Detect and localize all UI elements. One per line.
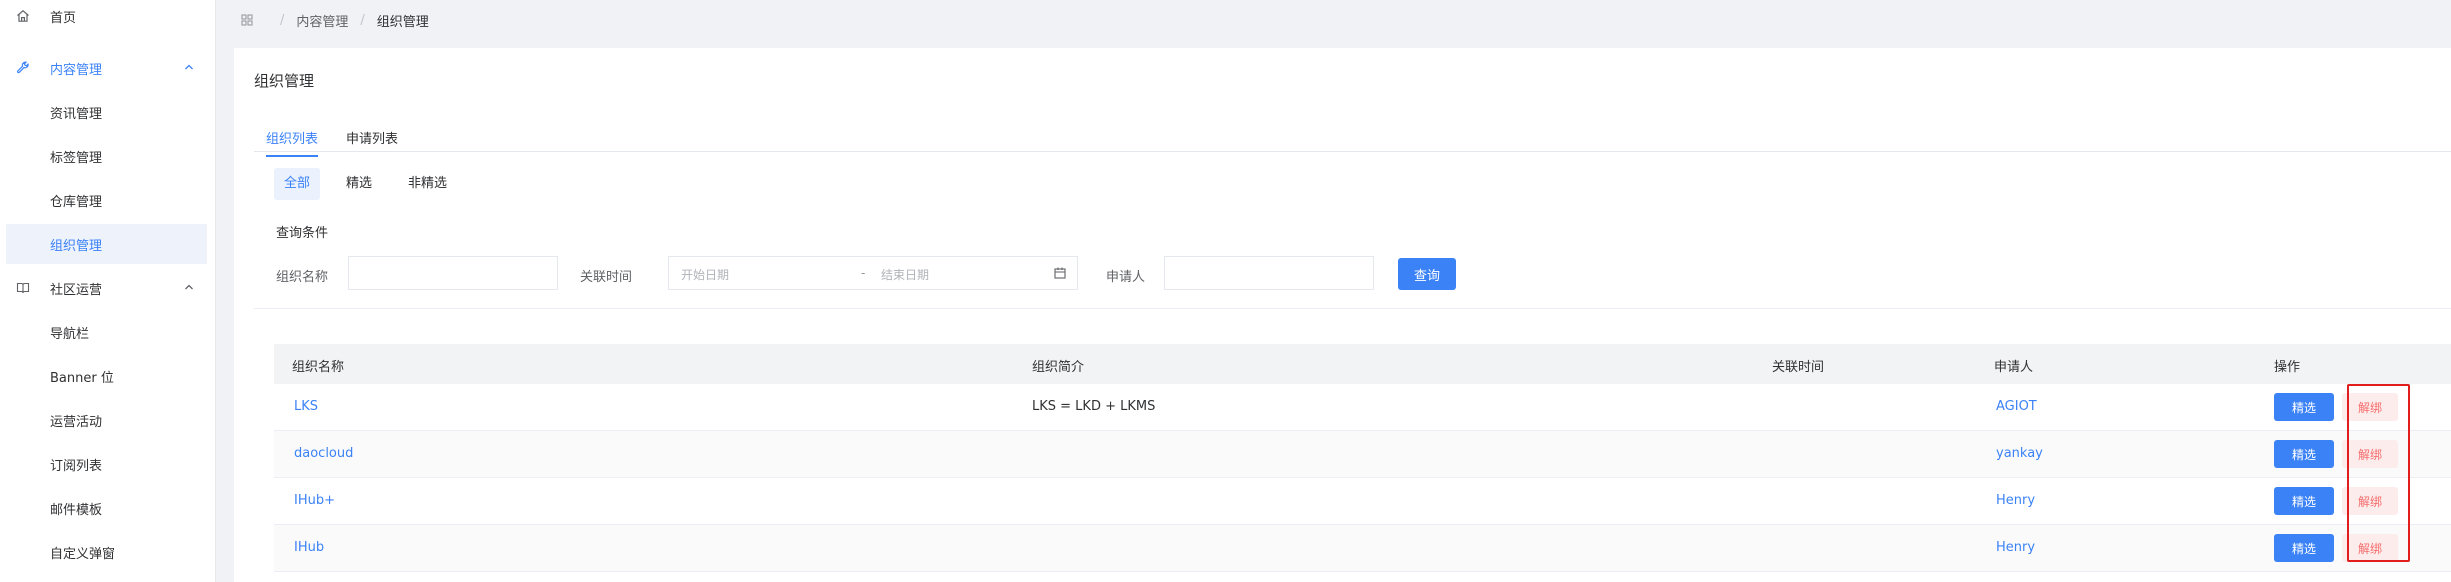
- date-range-picker[interactable]: 开始日期 - 结束日期: [668, 256, 1078, 290]
- sidebar-item-news[interactable]: 资讯管理: [0, 90, 215, 134]
- column-header-intro: 组织简介: [1032, 360, 1085, 375]
- breadcrumb-separator: /: [280, 12, 285, 28]
- tab-bar: 组织列表 申请列表: [254, 118, 2451, 157]
- select-button[interactable]: 精选: [2274, 487, 2334, 515]
- sidebar-item-orgs[interactable]: 组织管理: [6, 224, 207, 264]
- calendar-icon: [1053, 266, 1067, 280]
- applicant-link[interactable]: AGIOT: [1996, 399, 2037, 414]
- sidebar-item-label: 自定义弹窗: [50, 546, 116, 562]
- applicant-input[interactable]: [1164, 256, 1374, 290]
- applicant-link[interactable]: yankay: [1996, 446, 2043, 461]
- grid-icon[interactable]: [240, 13, 254, 27]
- org-name-link[interactable]: daocloud: [294, 446, 353, 461]
- unbind-button[interactable]: 解绑: [2342, 440, 2398, 468]
- sidebar-item-label: Banner 位: [50, 370, 114, 386]
- sidebar-item-label: 订阅列表: [50, 458, 103, 474]
- page-title: 组织管理: [254, 72, 315, 90]
- column-header-actions: 操作: [2274, 360, 2301, 375]
- sidebar-item-label: 运营活动: [50, 414, 103, 430]
- table-row: LKS LKS = LKD + LKMS AGIOT 精选 解绑: [274, 384, 2451, 431]
- applicant-label: 申请人: [1106, 270, 1146, 285]
- org-name-link[interactable]: LKS: [294, 399, 318, 414]
- sidebar-item-label: 仓库管理: [50, 194, 103, 210]
- filter-not-featured[interactable]: 非精选: [398, 168, 457, 200]
- date-range-separator: -: [861, 266, 866, 280]
- unbind-button[interactable]: 解绑: [2342, 487, 2398, 515]
- query-button[interactable]: 查询: [1398, 258, 1457, 290]
- sidebar-item-tags[interactable]: 标签管理: [0, 134, 215, 178]
- column-header-applicant: 申请人: [1994, 360, 2034, 375]
- table-row: daocloud yankay 精选 解绑: [274, 431, 2451, 478]
- sidebar-item-home[interactable]: 首页: [0, 0, 215, 32]
- org-name-link[interactable]: IHub: [294, 540, 324, 555]
- sidebar-item-email-templates[interactable]: 邮件模板: [0, 486, 215, 530]
- sidebar-item-activities[interactable]: 运营活动: [0, 398, 215, 442]
- book-icon: [14, 279, 32, 297]
- breadcrumb-current: 组织管理: [376, 14, 429, 30]
- unbind-button[interactable]: 解绑: [2342, 534, 2398, 562]
- sidebar-item-label: 导航栏: [50, 326, 90, 342]
- sidebar-item-repos[interactable]: 仓库管理: [0, 178, 215, 222]
- sidebar-item-label: 邮件模板: [50, 502, 103, 518]
- filter-all[interactable]: 全部: [274, 168, 321, 200]
- sidebar-group-content-mgmt[interactable]: 内容管理: [0, 46, 215, 90]
- org-name-link[interactable]: IHub+: [294, 493, 335, 508]
- org-name-label: 组织名称: [276, 270, 329, 285]
- sidebar-group-label: 社区运营: [50, 282, 103, 298]
- sidebar-item-subscriptions[interactable]: 订阅列表: [0, 442, 215, 486]
- sidebar-group-label: 内容管理: [50, 62, 103, 78]
- unbind-button[interactable]: 解绑: [2342, 393, 2398, 421]
- breadcrumb: / 内容管理 / 组织管理: [216, 0, 2451, 40]
- org-name-input[interactable]: [348, 256, 558, 290]
- sidebar-item-label: 标签管理: [50, 150, 103, 166]
- breadcrumb-separator: /: [360, 12, 365, 28]
- sidebar-item-label: 资讯管理: [50, 106, 103, 122]
- sidebar-item-custom-popups[interactable]: 自定义弹窗: [0, 530, 215, 574]
- chevron-up-icon: [182, 280, 196, 294]
- select-button[interactable]: 精选: [2274, 440, 2334, 468]
- wrench-icon: [14, 59, 32, 77]
- sidebar: 首页 内容管理 资讯管理 标签管理 仓库管理 组织管理 社区运营 导航栏 Ban…: [0, 0, 216, 582]
- start-date-input[interactable]: 开始日期: [681, 266, 729, 283]
- content-panel: 组织管理 组织列表 申请列表 全部 精选 非精选 查询条件 组织名称 关联时间 …: [234, 48, 2451, 582]
- org-intro: LKS = LKD + LKMS: [1032, 399, 1156, 414]
- filter-group: 全部 精选 非精选: [274, 168, 473, 200]
- sidebar-item-navbar[interactable]: 导航栏: [0, 310, 215, 354]
- table-header: 组织名称 组织简介 关联时间 申请人 操作: [274, 344, 2451, 384]
- filter-featured[interactable]: 精选: [336, 168, 382, 200]
- main-area: / 内容管理 / 组织管理 组织管理 组织列表 申请列表 全部 精选 非精选 查…: [216, 0, 2451, 582]
- tab-org-list[interactable]: 组织列表: [266, 128, 319, 157]
- column-header-org-name: 组织名称: [292, 360, 345, 375]
- select-button[interactable]: 精选: [2274, 534, 2334, 562]
- home-icon: [14, 7, 32, 25]
- column-header-time: 关联时间: [1772, 360, 1825, 375]
- select-button[interactable]: 精选: [2274, 393, 2334, 421]
- sidebar-group-community-ops[interactable]: 社区运营: [0, 266, 215, 310]
- breadcrumb-item[interactable]: 内容管理: [296, 11, 348, 30]
- section-divider: [254, 308, 2451, 309]
- tab-application-list[interactable]: 申请列表: [346, 128, 398, 155]
- table-row: IHub Henry 精选 解绑: [274, 525, 2451, 572]
- sidebar-item-banner[interactable]: Banner 位: [0, 354, 215, 398]
- sidebar-item-label: 首页: [50, 10, 77, 26]
- org-table: 组织名称 组织简介 关联时间 申请人 操作 LKS LKS = LKD + LK…: [274, 344, 2451, 572]
- chevron-up-icon: [182, 60, 196, 74]
- query-form: 组织名称 关联时间 开始日期 - 结束日期 申请人 查询: [276, 256, 1576, 292]
- query-section-title: 查询条件: [276, 226, 329, 241]
- applicant-link[interactable]: Henry: [1996, 493, 2035, 508]
- time-label: 关联时间: [580, 270, 633, 285]
- end-date-input[interactable]: 结束日期: [881, 266, 929, 283]
- applicant-link[interactable]: Henry: [1996, 540, 2035, 555]
- table-row: IHub+ Henry 精选 解绑: [274, 478, 2451, 525]
- sidebar-item-label: 组织管理: [50, 238, 103, 254]
